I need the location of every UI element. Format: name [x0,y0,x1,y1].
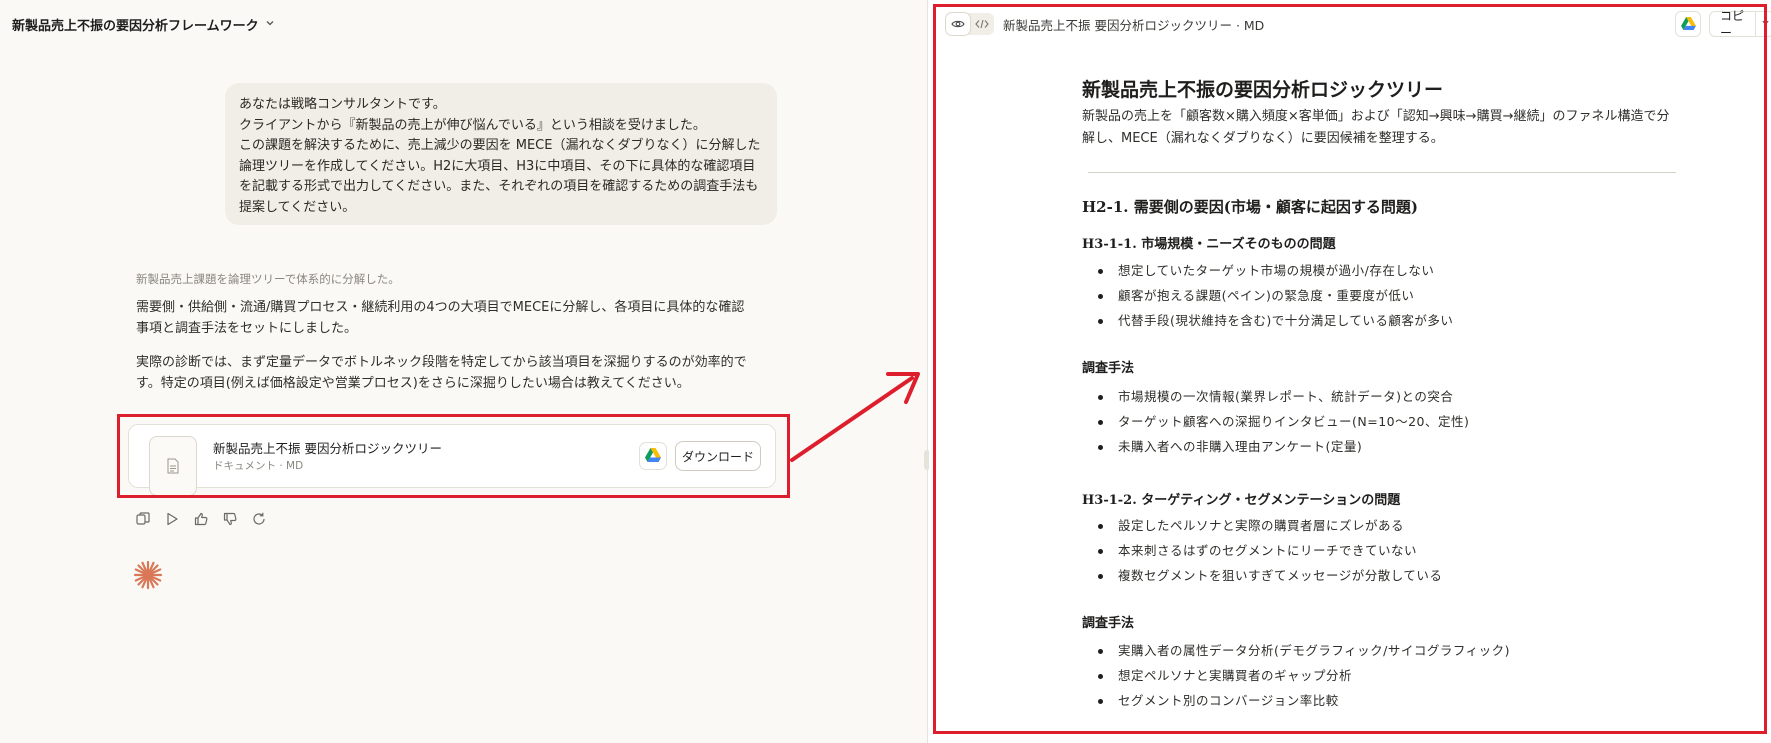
play-icon[interactable] [163,510,181,528]
google-drive-button[interactable] [1675,11,1701,37]
app-root: 新製品売上不振の要因分析フレームワーク あなたは戦略コンサルタントです。 クライ… [0,0,1771,743]
copy-button[interactable]: コピー [1709,9,1771,40]
doc-divider [1088,172,1676,173]
thumbs-down-icon[interactable] [221,510,239,528]
doc-heading-1: 新製品売上不振の要因分析ロジックツリー [1082,79,1444,101]
assistant-paragraph-2: 実際の診断では、まず定量データでボトルネック段階を特定してから該当項目を深掘りす… [136,355,747,391]
check-list-1: 想定していたターゲット市場の規模が過小/存在しない 顧客が抱える課題(ペイン)の… [1094,258,1453,333]
method-label: 調査手法 [1082,616,1135,631]
list-item: 代替手段(現状維持を含む)で十分満足している顧客が多い [1094,308,1453,333]
method-list-1: 市場規模の一次情報(業界レポート、統計データ)との突合 ターゲット顧客への深掘り… [1094,384,1469,459]
doc-heading-2: H2-1. 需要側の要因(市場・顧客に起因する問題) [1082,198,1418,216]
google-drive-icon [1680,15,1696,34]
list-item: 実購入者の属性データ分析(デモグラフィック/サイコグラフィック) [1094,638,1510,663]
check-list-2: 設定したペルソナと実際の購買者層にズレがある 本来刺さるはずのセグメントにリーチ… [1094,513,1442,588]
list-item: ターゲット顧客への深掘りインタビュー(N=10〜20、定性) [1094,409,1469,434]
message-actions [134,510,268,528]
code-icon[interactable] [970,13,994,35]
highlight-box-file [117,414,790,498]
viewer-header: 新製品売上不振 要因分析ロジックツリー · MD コピー [937,9,1771,40]
list-item: 設定したペルソナと実際の購買者層にズレがある [1094,513,1442,538]
assistant-paragraph-1: 需要側・供給側・流通/購買プロセス・継続利用の4つの大項目でMECEに分解し、各… [136,300,745,336]
list-item: 想定ペルソナと実購買者のギャップ分析 [1094,663,1510,688]
list-item: セグメント別のコンバージョン率比較 [1094,688,1510,713]
method-label: 調査手法 [1082,361,1135,376]
copy-button-label: コピー [1720,9,1745,40]
doc-heading-3: H3-1-1. 市場規模・ニーズそのものの問題 [1082,237,1336,252]
chevron-down-icon[interactable] [1756,18,1771,30]
eye-icon[interactable] [946,13,970,35]
chat-title: 新製品売上不振の要因分析フレームワーク [12,19,259,34]
list-item: 未購入者への非購入理由アンケート(定量) [1094,434,1469,459]
list-item: 本来刺さるはずのセグメントにリーチできていない [1094,538,1442,563]
user-message-text: あなたは戦略コンサルタントです。 クライアントから『新製品の売上が伸び悩んでいる… [239,97,761,215]
user-message: あなたは戦略コンサルタントです。 クライアントから『新製品の売上が伸び悩んでいる… [225,83,777,225]
annotation-arrow [780,360,930,474]
list-item: 市場規模の一次情報(業界レポート、統計データ)との突合 [1094,384,1469,409]
copy-icon[interactable] [134,510,152,528]
retry-icon[interactable] [250,510,268,528]
view-mode-toggle[interactable] [946,13,994,35]
method-list-2: 実購入者の属性データ分析(デモグラフィック/サイコグラフィック) 想定ペルソナと… [1094,638,1510,713]
assistant-summary[interactable]: 新製品売上課題を論理ツリーで体系的に分解した。 [136,271,400,287]
chat-title-dropdown[interactable]: 新製品売上不振の要因分析フレームワーク [12,15,275,34]
doc-heading-3: H3-1-2. ターゲティング・セグメンテーションの問題 [1082,493,1401,508]
thumbs-up-icon[interactable] [192,510,210,528]
claude-spark-icon [133,560,163,594]
doc-intro: 新製品の売上を「顧客数×購入頻度×客単価」および「認知→興味→購買→継続」のファ… [1082,109,1670,146]
chevron-down-icon [265,18,275,31]
list-item: 想定していたターゲット市場の規模が過小/存在しない [1094,258,1453,283]
viewer-title: 新製品売上不振 要因分析ロジックツリー · MD [1003,18,1265,33]
list-item: 複数セグメントを狙いすぎてメッセージが分散している [1094,563,1442,588]
list-item: 顧客が抱える課題(ペイン)の緊急度・重要度が低い [1094,283,1453,308]
